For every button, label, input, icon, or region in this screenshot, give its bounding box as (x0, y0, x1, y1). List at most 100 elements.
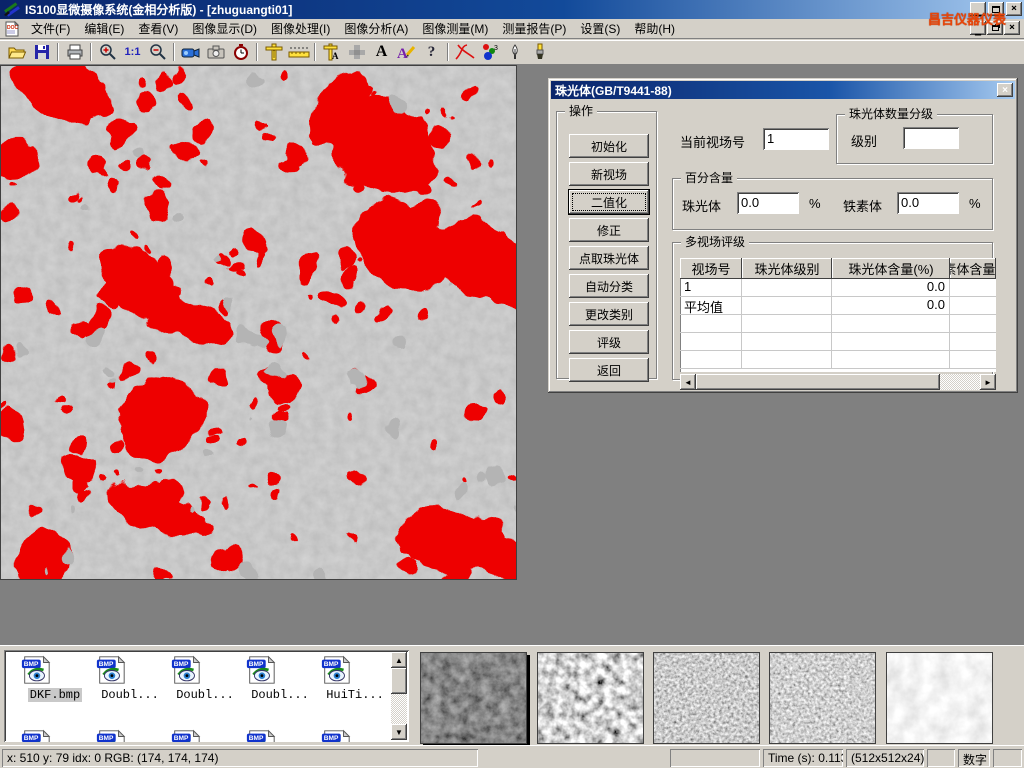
new-field-button[interactable]: 新视场 (569, 162, 649, 186)
save-icon[interactable] (29, 42, 54, 63)
current-field-input[interactable]: 1 (763, 128, 829, 150)
col-pearlite-level: 珠光体级别 (742, 258, 832, 279)
file-item[interactable]: BMP HuiTi... (318, 654, 392, 702)
caliper-icon[interactable] (261, 42, 286, 63)
open-file-icon[interactable] (4, 42, 29, 63)
thumbnail-3[interactable] (653, 652, 760, 744)
curve-tool-icon[interactable] (452, 42, 477, 63)
menu-image-measure[interactable]: 图像测量(M) (415, 18, 495, 39)
dialog-title-bar[interactable]: 珠光体(GB/T9441-88) × (551, 81, 1015, 99)
snapshot-camera-icon[interactable] (203, 42, 228, 63)
pen-icon[interactable] (502, 42, 527, 63)
menu-image-processing[interactable]: 图像处理(I) (264, 18, 337, 39)
scrollbar-thumb[interactable] (696, 374, 940, 390)
zoom-in-icon[interactable] (95, 42, 120, 63)
file-item[interactable]: BMP (18, 728, 92, 742)
table-row[interactable]: 1 0.0 (680, 279, 996, 297)
ruler-icon[interactable] (286, 42, 311, 63)
file-item[interactable]: BMP (168, 728, 242, 742)
bmp-file-icon: BMP (93, 654, 129, 686)
scroll-up-icon[interactable]: ▲ (391, 652, 407, 668)
scroll-down-icon[interactable]: ▼ (391, 724, 407, 740)
timer-icon[interactable] (228, 42, 253, 63)
table-row[interactable]: 平均值 0.0 (680, 297, 996, 315)
count-markers-icon[interactable]: 3 (477, 42, 502, 63)
zoom-out-icon[interactable] (145, 42, 170, 63)
return-button[interactable]: 返回 (569, 358, 649, 382)
thumbnail-5[interactable] (886, 652, 993, 744)
actual-size-icon[interactable]: 1:1 (120, 42, 145, 63)
pearlite-label: 珠光体 (682, 196, 721, 215)
correct-button[interactable]: 修正 (569, 218, 649, 242)
menu-settings[interactable]: 设置(S) (573, 18, 627, 39)
scroll-left-icon[interactable]: ◄ (680, 374, 696, 390)
file-item[interactable]: BMP (318, 728, 392, 742)
menu-edit[interactable]: 编辑(E) (77, 18, 131, 39)
menu-measure-report[interactable]: 测量报告(P) (495, 18, 573, 39)
print-icon[interactable] (62, 42, 87, 63)
file-item[interactable]: BMP DKF.bmp (18, 654, 92, 702)
cell-pearlite-level (742, 279, 832, 296)
menu-image-analysis[interactable]: 图像分析(A) (337, 18, 415, 39)
menu-help[interactable]: 帮助(H) (627, 18, 682, 39)
file-item[interactable]: BMP Doubl... (93, 654, 167, 702)
title-bar: IS100显微摄像系统(金相分析版) - [zhuguangti01] ▁ × (0, 0, 1024, 19)
image-stitch-icon[interactable] (344, 42, 369, 63)
percent-group-label: 百分含量 (681, 171, 737, 185)
text-edit-icon[interactable]: A (394, 42, 419, 63)
auto-classify-button[interactable]: 自动分类 (569, 274, 649, 298)
ferrite-label: 铁素体 (843, 196, 882, 215)
pearlite-percent-sign: % (809, 196, 821, 211)
dialog-close-icon[interactable]: × (997, 83, 1013, 97)
level-input[interactable] (903, 127, 959, 149)
binarize-button[interactable]: 二值化 (569, 190, 649, 214)
menu-image-display[interactable]: 图像显示(D) (185, 18, 264, 39)
ferrite-percent-input[interactable]: 0.0 (897, 192, 959, 214)
file-name[interactable]: Doubl... (174, 688, 236, 702)
thumbnail-2[interactable] (537, 652, 644, 744)
help-icon[interactable]: ? (419, 42, 444, 63)
mdi-close-button[interactable]: × (1004, 21, 1020, 35)
close-button[interactable]: × (1006, 2, 1022, 16)
svg-text:BMP: BMP (249, 661, 264, 668)
thumbnail-1[interactable] (420, 652, 527, 744)
pick-pearlite-button[interactable]: 点取珠光体 (569, 246, 649, 270)
menu-view[interactable]: 查看(V) (131, 18, 185, 39)
menu-file[interactable]: 文件(F) (24, 18, 77, 39)
video-camera-icon[interactable] (178, 42, 203, 63)
measure-text-icon[interactable]: A (319, 42, 344, 63)
file-item[interactable]: BMP Doubl... (168, 654, 242, 702)
file-item[interactable]: BMP (243, 728, 317, 742)
file-list[interactable]: BMP DKF.bmp BMP Doubl... BMP Doubl... BM… (4, 650, 409, 742)
table-row-empty (680, 351, 996, 369)
thumbnail-4[interactable] (769, 652, 876, 744)
micrograph-image[interactable] (0, 65, 517, 580)
status-bar: x: 510 y: 79 idx: 0 RGB: (174, 174, 174)… (0, 745, 1024, 768)
file-list-scrollbar[interactable]: ▲ ▼ (391, 652, 407, 740)
svg-text:DOC: DOC (7, 25, 19, 31)
brush-icon[interactable] (527, 42, 552, 63)
change-class-button[interactable]: 更改类别 (569, 302, 649, 326)
cell-ferrite-pct (950, 279, 996, 296)
app-logo-icon (3, 2, 21, 17)
file-name[interactable]: HuiTi... (324, 688, 386, 702)
rate-button[interactable]: 评级 (569, 330, 649, 354)
initialize-button[interactable]: 初始化 (569, 134, 649, 158)
file-name[interactable]: DKF.bmp (28, 688, 82, 702)
toolbar-separator (314, 43, 316, 61)
file-item[interactable]: BMP (93, 728, 167, 742)
scrollbar-thumb[interactable] (391, 668, 407, 694)
rating-table[interactable]: 视场号 珠光体级别 珠光体含量(%) 铁素体含量(%) 1 0.0 平均值 0.… (680, 258, 996, 372)
table-horizontal-scrollbar[interactable]: ◄ ► (680, 374, 996, 390)
file-name[interactable]: Doubl... (249, 688, 311, 702)
scroll-right-icon[interactable]: ► (980, 374, 996, 390)
text-icon[interactable]: A (369, 42, 394, 63)
file-name[interactable]: Doubl... (99, 688, 161, 702)
toolbar-separator (256, 43, 258, 61)
svg-text:BMP: BMP (174, 735, 189, 742)
bmp-file-icon: BMP (243, 654, 279, 686)
toolbar-separator (90, 43, 92, 61)
svg-text:BMP: BMP (174, 661, 189, 668)
file-item[interactable]: BMP Doubl... (243, 654, 317, 702)
pearlite-percent-input[interactable]: 0.0 (737, 192, 799, 214)
